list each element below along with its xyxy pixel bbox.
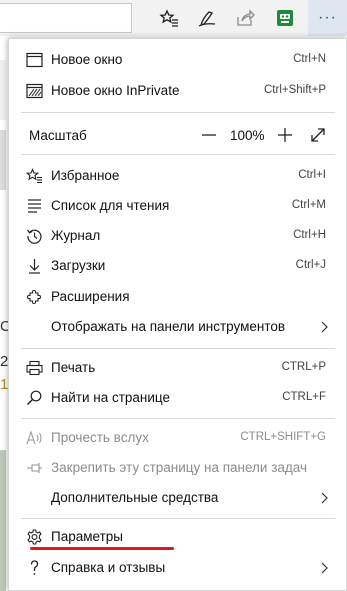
more-dots-icon: ··· xyxy=(318,9,337,26)
menu-item-shortcut: Ctrl+I xyxy=(298,169,326,181)
favorites-star-icon xyxy=(25,168,43,184)
more-menu-button[interactable]: ··· xyxy=(308,0,347,36)
settings-gear-icon xyxy=(25,529,43,545)
fullscreen-button[interactable] xyxy=(309,126,327,144)
menu-item-more-tools[interactable]: Дополнительные средства xyxy=(9,483,346,513)
menu-item-find-on-page[interactable]: Найти на странице CTRL+F xyxy=(9,383,346,413)
inprivate-window-icon xyxy=(25,83,43,99)
menu-item-favorites[interactable]: Избранное Ctrl+I xyxy=(9,161,346,191)
reading-list-icon xyxy=(25,198,43,214)
search-icon xyxy=(25,390,43,406)
menu-item-new-inprivate-window[interactable]: Новое окно InPrivate Ctrl+Shift+P xyxy=(9,76,346,106)
menu-item-label: Параметры xyxy=(51,529,123,544)
zoom-in-button[interactable] xyxy=(277,126,293,144)
page-background-fragment xyxy=(0,130,6,190)
menu-item-label: Отображать на панели инструментов xyxy=(51,319,286,334)
read-aloud-icon xyxy=(25,430,43,446)
pin-icon xyxy=(25,460,43,476)
menu-item-label: Печать xyxy=(51,360,96,375)
share-icon[interactable] xyxy=(233,6,257,30)
settings-and-more-menu: Новое окно Ctrl+N Новое окно InPrivate C… xyxy=(8,38,347,591)
history-icon xyxy=(25,228,43,244)
menu-separator xyxy=(21,154,335,155)
print-icon xyxy=(25,360,43,376)
menu-item-label: Новое окно xyxy=(51,52,123,67)
menu-separator xyxy=(21,418,335,419)
menu-item-show-in-toolbar[interactable]: Отображать на панели инструментов xyxy=(9,312,346,342)
menu-item-shortcut: Ctrl+Shift+P xyxy=(264,84,326,96)
extension-robot-icon[interactable] xyxy=(273,6,297,30)
menu-item-new-window[interactable]: Новое окно Ctrl+N xyxy=(9,45,346,75)
menu-item-downloads[interactable]: Загрузки Ctrl+J xyxy=(9,251,346,281)
menu-item-label: Дополнительные средства xyxy=(51,490,219,505)
download-icon xyxy=(25,258,43,274)
menu-item-shortcut: Ctrl+J xyxy=(295,259,326,271)
menu-item-read-aloud[interactable]: Прочесть вслух CTRL+SHIFT+G xyxy=(9,423,346,453)
chevron-right-icon xyxy=(321,321,328,333)
menu-item-shortcut: Ctrl+H xyxy=(293,229,326,241)
chevron-right-icon xyxy=(321,562,328,574)
zoom-value: 100% xyxy=(230,128,265,143)
menu-item-label: Найти на странице xyxy=(51,390,171,405)
extensions-puzzle-icon xyxy=(25,289,43,305)
menu-item-help-and-feedback[interactable]: Справка и отзывы xyxy=(9,553,346,583)
menu-item-print[interactable]: Печать CTRL+P xyxy=(9,353,346,383)
menu-item-pin-to-taskbar[interactable]: Закрепить эту страницу на панели задач xyxy=(9,453,346,483)
menu-item-label: Список для чтения xyxy=(51,198,170,213)
menu-item-shortcut: Ctrl+N xyxy=(293,53,326,65)
help-icon xyxy=(25,560,43,576)
menu-item-label: Избранное xyxy=(51,168,120,183)
menu-item-reading-list[interactable]: Список для чтения Ctrl+M xyxy=(9,191,346,221)
menu-item-label: Новое окно InPrivate xyxy=(51,83,180,98)
page-image-fragment xyxy=(0,450,6,591)
menu-item-label: Закрепить эту страницу на панели задач xyxy=(51,460,308,475)
menu-item-history[interactable]: Журнал Ctrl+H xyxy=(9,221,346,251)
menu-item-shortcut: CTRL+P xyxy=(281,361,326,373)
address-bar[interactable] xyxy=(0,3,132,33)
menu-item-label: Прочесть вслух xyxy=(51,430,149,445)
menu-separator xyxy=(21,518,335,519)
zoom-out-button[interactable] xyxy=(201,125,217,145)
highlight-underline xyxy=(30,547,174,550)
menu-item-label: Расширения xyxy=(51,289,130,304)
menu-item-shortcut: Ctrl+M xyxy=(291,199,326,211)
menu-item-label: Справка и отзывы xyxy=(51,560,166,575)
browser-toolbar: ··· xyxy=(0,0,347,36)
menu-item-shortcut: CTRL+SHIFT+G xyxy=(240,431,326,443)
chevron-right-icon xyxy=(321,492,328,504)
menu-item-extensions[interactable]: Расширения xyxy=(9,282,346,312)
menu-item-label: Загрузки xyxy=(51,258,106,273)
menu-separator xyxy=(21,112,335,113)
menu-separator xyxy=(21,348,335,349)
menu-item-shortcut: CTRL+F xyxy=(282,391,326,403)
page-background-fragment xyxy=(0,60,6,120)
menu-item-label: Журнал xyxy=(51,228,101,243)
favorites-list-icon[interactable] xyxy=(157,6,181,30)
window-icon xyxy=(25,52,43,68)
zoom-label: Масштаб xyxy=(29,128,87,143)
pen-notes-icon[interactable] xyxy=(195,6,219,30)
